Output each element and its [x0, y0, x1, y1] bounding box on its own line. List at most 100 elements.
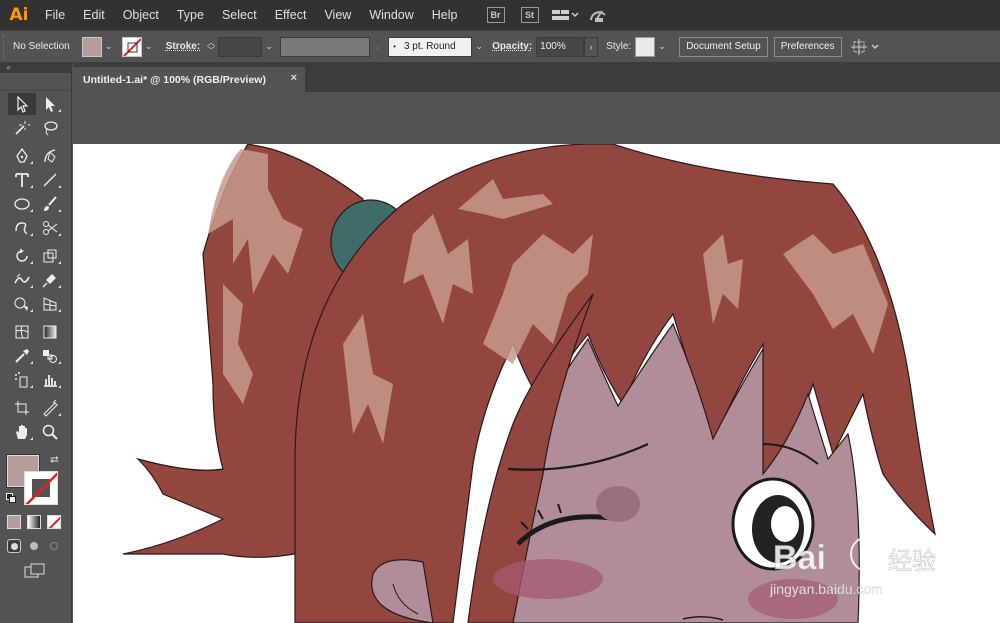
tool-row [8, 217, 64, 239]
stroke-weight-dropdown-icon[interactable]: ⌄ [262, 37, 276, 57]
menu-help[interactable]: Help [423, 0, 467, 30]
scissors-tool-icon[interactable] [36, 217, 64, 239]
stroke-color-box[interactable] [24, 471, 58, 505]
menu-select[interactable]: Select [213, 0, 266, 30]
blend-tool-icon[interactable] [36, 345, 64, 367]
magic-wand-tool-icon[interactable] [8, 117, 36, 139]
stroke-label[interactable]: Stroke: [166, 41, 200, 52]
swap-fill-stroke-icon[interactable]: ⮂ [50, 453, 59, 467]
ellipse-tool-icon[interactable] [8, 193, 36, 215]
perspective-grid-tool-icon[interactable] [36, 293, 64, 315]
menu-effect[interactable]: Effect [266, 0, 316, 30]
draw-mode-row [7, 539, 61, 553]
gradient-tool-icon[interactable] [36, 321, 64, 343]
stock-button[interactable]: St [520, 7, 539, 23]
menu-file[interactable]: File [36, 0, 74, 30]
arrange-documents-icon[interactable] [551, 7, 579, 23]
preferences-button[interactable]: Preferences [773, 36, 842, 57]
control-bar: No Selection ⌄ ⌄ Stroke: ︿ ﹀ ⌄ ⌄ • 3 pt. … [0, 30, 1000, 63]
menu-view[interactable]: View [315, 0, 360, 30]
lasso-tool-icon[interactable] [36, 117, 64, 139]
tool-row [8, 245, 64, 267]
color-mode-icon[interactable] [7, 515, 21, 529]
default-fill-stroke-icon[interactable] [6, 493, 16, 503]
mesh-tool-icon[interactable] [8, 321, 36, 343]
zoom-tool-icon[interactable] [36, 421, 64, 443]
brush-dot-icon: • [393, 42, 396, 51]
style-dropdown-icon[interactable]: ⌄ [655, 37, 669, 57]
stroke-dropdown-icon[interactable]: ⌄ [142, 37, 156, 57]
artboard-tool-icon[interactable] [8, 397, 36, 419]
hand-tool-icon[interactable] [8, 421, 36, 443]
curvature-tool-icon[interactable] [36, 145, 64, 167]
tool-row [8, 345, 64, 367]
tools-panel-header[interactable] [0, 73, 71, 91]
color-mode-row [7, 515, 61, 529]
graphic-style-swatch[interactable] [635, 36, 656, 57]
tool-row [8, 117, 64, 139]
width-tool-icon[interactable] [8, 269, 36, 291]
menu-object[interactable]: Object [114, 0, 168, 30]
stroke-swatch[interactable] [121, 36, 142, 57]
eyedropper-tool-icon[interactable] [8, 345, 36, 367]
shaper-tool-icon[interactable] [8, 217, 36, 239]
tool-row [8, 293, 64, 315]
column-graph-tool-icon[interactable] [36, 369, 64, 391]
document-tab[interactable]: Untitled-1.ai* @ 100% (RGB/Preview) × [73, 67, 305, 92]
tool-row [8, 93, 64, 115]
opacity-arrow-icon[interactable]: › [584, 36, 599, 57]
tool-row [8, 421, 64, 443]
draw-behind-icon[interactable] [27, 539, 41, 553]
symbol-sprayer-tool-icon[interactable] [8, 369, 36, 391]
selection-tool-icon[interactable] [8, 93, 36, 115]
brush-definition[interactable]: • 3 pt. Round [388, 36, 473, 57]
collapse-icon: « [6, 63, 11, 72]
scale-tool-icon[interactable] [36, 245, 64, 267]
fill-dropdown-icon[interactable]: ⌄ [102, 37, 116, 57]
tools-collapse-strip[interactable]: « [0, 63, 72, 73]
eye-highlight [771, 506, 799, 542]
document-tab-bar: Untitled-1.ai* @ 100% (RGB/Preview) × [73, 63, 1000, 92]
menu-window[interactable]: Window [360, 0, 422, 30]
tool-row [8, 369, 64, 391]
style-label: Style: [606, 41, 632, 52]
type-tool-icon[interactable] [8, 169, 36, 191]
close-tab-icon[interactable]: × [291, 72, 297, 84]
control-bar-grip[interactable] [3, 34, 9, 59]
gradient-mode-icon[interactable] [27, 515, 41, 529]
paintbrush-tool-icon[interactable] [36, 193, 64, 215]
pen-tool-icon[interactable] [8, 145, 36, 167]
none-mode-icon[interactable] [47, 515, 61, 529]
bridge-button[interactable]: Br [486, 7, 505, 23]
align-options-icon[interactable] [850, 38, 881, 56]
line-segment-tool-icon[interactable] [36, 169, 64, 191]
stroke-weight-stepper[interactable]: ︿ ﹀ [204, 37, 218, 57]
menu-type[interactable]: Type [168, 0, 213, 30]
rotate-tool-icon[interactable] [8, 245, 36, 267]
menu-edit[interactable]: Edit [74, 0, 114, 30]
direct-selection-tool-icon[interactable] [36, 93, 64, 115]
artboard[interactable]: Bai 经验 jingyan.baidu.com [73, 144, 1000, 623]
screen-mode-icon[interactable] [24, 563, 46, 579]
watermark-url: jingyan.baidu.com [769, 581, 883, 597]
tool-row [8, 169, 64, 191]
draw-inside-icon[interactable] [47, 539, 61, 553]
document-setup-button[interactable]: Document Setup [679, 36, 768, 57]
document-tab-title: Untitled-1.ai* @ 100% (RGB/Preview) [83, 73, 266, 86]
watermark-bai: Bai [773, 539, 826, 577]
shape-builder-tool-icon[interactable] [8, 293, 36, 315]
opacity-label[interactable]: Opacity: [492, 41, 532, 52]
gpu-performance-icon[interactable] [587, 6, 609, 24]
tool-row [8, 193, 64, 215]
tool-row [8, 269, 64, 291]
fill-swatch[interactable] [81, 36, 102, 57]
puppet-warp-tool-icon[interactable] [36, 269, 64, 291]
brush-dropdown-icon[interactable]: ⌄ [472, 37, 486, 57]
draw-normal-icon[interactable] [7, 539, 21, 553]
stroke-weight-field[interactable] [218, 36, 263, 57]
slice-tool-icon[interactable] [36, 397, 64, 419]
variable-width-profile[interactable] [280, 36, 371, 57]
tool-row [8, 145, 64, 167]
illustration: Bai 经验 jingyan.baidu.com [122, 144, 936, 623]
opacity-field[interactable]: 100% [536, 36, 585, 57]
